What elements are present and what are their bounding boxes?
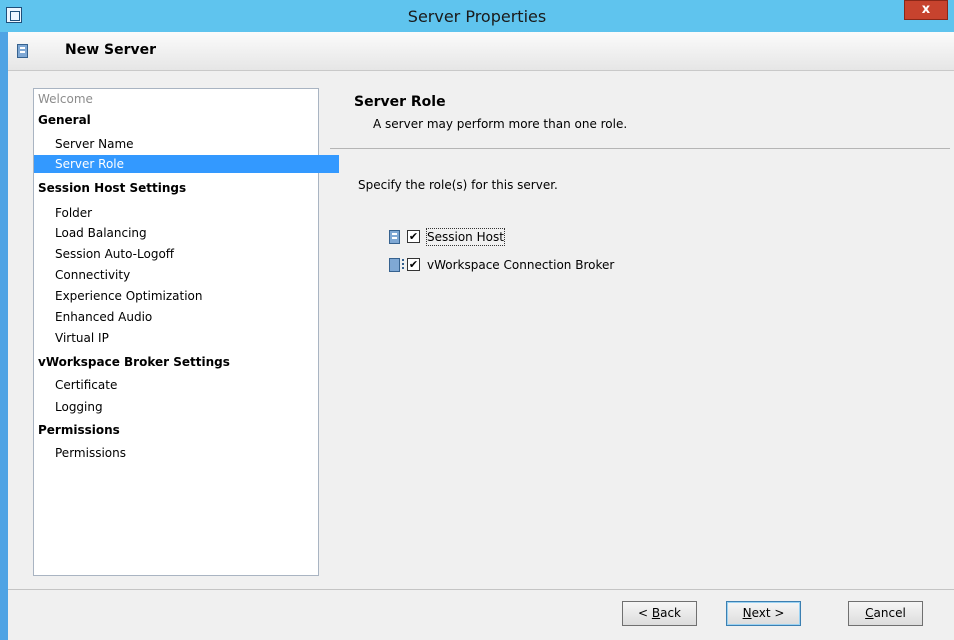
- nav-item-server-name[interactable]: Server Name: [34, 135, 339, 153]
- nav-item-logging[interactable]: Logging: [34, 398, 339, 416]
- nav-section-general[interactable]: General: [34, 111, 322, 129]
- back-mnemonic: B: [651, 606, 661, 620]
- session-host-label[interactable]: Session Host: [426, 228, 505, 246]
- window-left-border: [0, 32, 8, 640]
- connection-broker-label[interactable]: vWorkspace Connection Broker: [427, 257, 614, 273]
- session-host-checkbox[interactable]: ✔: [407, 230, 420, 243]
- section-title: Server Role: [354, 94, 446, 110]
- next-suffix: >: [770, 606, 785, 620]
- role-row-session-host: ✔ Session Host: [389, 228, 609, 246]
- title-bar[interactable]: Server Properties x: [0, 0, 954, 32]
- nav-item-certificate[interactable]: Certificate: [34, 376, 339, 394]
- server-icon: [17, 44, 28, 58]
- nav-item-virtual-ip[interactable]: Virtual IP: [34, 329, 339, 347]
- connection-broker-checkbox[interactable]: ✔: [407, 258, 420, 271]
- nav-item-welcome[interactable]: Welcome: [34, 90, 322, 108]
- cancel-mnemonic: C: [865, 606, 874, 620]
- next-mnemonic: N: [742, 606, 752, 620]
- content-pane: Server Role A server may perform more th…: [330, 88, 950, 576]
- cancel-rest: ancel: [873, 606, 906, 620]
- nav-item-permissions[interactable]: Permissions: [34, 444, 339, 462]
- wizard-header: New Server: [8, 32, 954, 71]
- session-host-icon: [389, 230, 400, 244]
- role-row-connection-broker: ✔ vWorkspace Connection Broker: [389, 257, 689, 273]
- nav-item-load-balancing[interactable]: Load Balancing: [34, 224, 339, 242]
- section-divider: [330, 148, 950, 149]
- back-button[interactable]: < Back: [622, 601, 697, 626]
- back-rest: ack: [660, 606, 681, 620]
- window-title: Server Properties: [407, 7, 547, 26]
- nav-section-permissions[interactable]: Permissions: [34, 421, 322, 439]
- nav-item-server-role[interactable]: Server Role: [34, 155, 339, 173]
- nav-item-session-auto-logoff[interactable]: Session Auto-Logoff: [34, 245, 339, 263]
- cancel-button[interactable]: Cancel: [848, 601, 923, 626]
- nav-section-session-host-settings[interactable]: Session Host Settings: [34, 179, 322, 197]
- navigation-panel: Welcome General Server Name Server Role …: [33, 88, 339, 576]
- header-title: New Server: [65, 42, 157, 58]
- nav-item-connectivity[interactable]: Connectivity: [34, 266, 339, 284]
- server-properties-window: Server Properties x New Server Welcome G…: [0, 0, 954, 640]
- instruction-text: Specify the role(s) for this server.: [358, 178, 558, 192]
- connection-broker-icon: [389, 258, 404, 272]
- back-prefix: <: [637, 606, 652, 620]
- next-rest: ext: [751, 606, 771, 620]
- nav-item-experience-optimization[interactable]: Experience Optimization: [34, 287, 339, 305]
- footer-divider: [8, 589, 954, 590]
- nav-item-folder[interactable]: Folder: [34, 204, 339, 222]
- nav-section-vworkspace-broker-settings[interactable]: vWorkspace Broker Settings: [34, 353, 322, 371]
- section-description: A server may perform more than one role.: [373, 117, 628, 131]
- next-button[interactable]: Next >: [726, 601, 801, 626]
- nav-item-enhanced-audio[interactable]: Enhanced Audio: [34, 308, 339, 326]
- close-button[interactable]: x: [904, 0, 948, 20]
